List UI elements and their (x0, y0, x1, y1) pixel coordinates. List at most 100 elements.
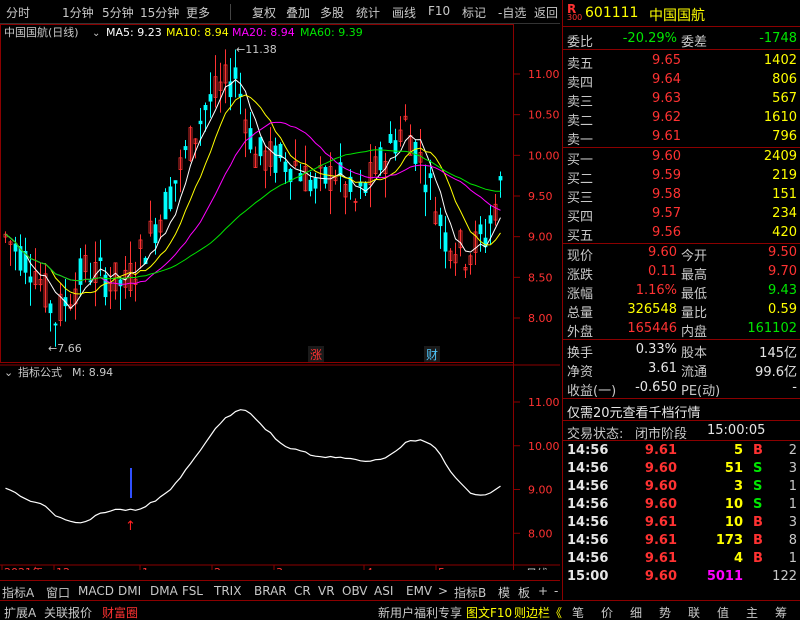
indicator-tab[interactable]: DMA (150, 584, 178, 598)
period-label[interactable]: 日线 (526, 566, 548, 570)
detail-tab[interactable]: 价 (601, 604, 613, 620)
value: 9.57 (652, 206, 681, 221)
low-price-label: ←7.66 (48, 342, 82, 355)
value: 买五 (567, 229, 594, 244)
value: 161102 (747, 321, 797, 336)
toolbar-item[interactable]: 复权 (252, 4, 276, 21)
toolbar-item[interactable]: 5分钟 (102, 4, 134, 21)
indicator-tab[interactable]: BRAR (254, 584, 287, 598)
bid-row: 买三 9.58 151 (563, 186, 800, 206)
bottom-link[interactable]: 新用户福利专享 (378, 604, 462, 620)
date-label: 3 (276, 566, 283, 570)
indicator-tab[interactable]: TRIX (214, 584, 241, 598)
indicator-tab[interactable]: DMI (118, 584, 141, 598)
indicator-tab[interactable]: - (554, 584, 558, 598)
tick-row: 14:56 9.61 5 B 2 (563, 442, 800, 461)
indicator-tab[interactable]: MACD (78, 584, 114, 598)
indicator-tab[interactable]: 指标A (2, 584, 34, 601)
date-label: 1 (142, 566, 149, 570)
detail-tab[interactable]: 值 (717, 604, 729, 620)
indicator-tab[interactable]: ASI (374, 584, 393, 598)
value: 今开 (681, 249, 708, 264)
toolbar-item[interactable]: 叠加 (286, 4, 310, 21)
candle-body (173, 180, 178, 184)
value: 14:56 (567, 551, 609, 566)
value: 买二 (567, 172, 594, 187)
toolbar-item[interactable]: -自选 (498, 4, 526, 21)
toolbar-item[interactable]: 返回 (534, 4, 558, 21)
indicator-collapse-icon[interactable]: ⌄ (4, 366, 13, 379)
toolbar-item[interactable]: 1分钟 (62, 4, 94, 21)
indicator-tab[interactable]: OBV (342, 584, 368, 598)
market-badge-sub: 300 (567, 13, 583, 22)
candle-body (208, 94, 213, 102)
value: 3 (733, 479, 743, 494)
kline-chart-area[interactable]: 中国国航(日线) ⌄ MA5: 9.23 MA10: 8.94 MA20: 8.94 MA… (0, 24, 560, 570)
chart-collapse-icon[interactable]: ⌄ (92, 28, 100, 39)
value: 173 (715, 533, 743, 548)
value: S (753, 461, 763, 476)
toolbar-item[interactable]: 统计 (356, 4, 380, 21)
toolbar-item[interactable]: F10 (428, 4, 450, 18)
value: 买一 (567, 153, 594, 168)
fin-row: 收益(一) -0.650 PE(动) - (563, 379, 800, 399)
value: 219 (772, 168, 797, 183)
value: 卖三 (567, 95, 594, 110)
candle-body (258, 137, 263, 157)
bottom-tab[interactable]: 关联报价 (44, 604, 92, 620)
bottom-link[interactable]: 图文F10 (466, 604, 512, 620)
detail-tab[interactable]: 筹 (775, 604, 787, 620)
value: 卖四 (567, 76, 594, 91)
value: 15:00:05 (707, 423, 766, 438)
indicator-tab[interactable]: 板 (518, 584, 530, 601)
bottom-tab[interactable]: 扩展A (4, 604, 36, 620)
ma-label: MA60: 9.39 (300, 26, 363, 39)
indicator-tab[interactable]: FSL (182, 584, 203, 598)
indicator-tab[interactable]: 窗口 (46, 584, 70, 601)
detail-tab[interactable]: 细 (630, 604, 642, 620)
bottom-tab[interactable]: 财富圈 (102, 604, 138, 620)
indicator-tab[interactable]: EMV (406, 584, 432, 598)
value: 3 (788, 461, 797, 476)
value: 1610 (763, 110, 797, 125)
toolbar-item[interactable]: 分时 (6, 4, 30, 21)
divider (563, 420, 800, 421)
candle-body (438, 214, 443, 227)
value: 卖一 (567, 133, 594, 148)
toolbar-item[interactable]: 多股 (320, 4, 344, 21)
indicator-tab[interactable]: VR (318, 584, 335, 598)
detail-tab[interactable]: 联 (688, 604, 700, 620)
date-label: 12 (56, 566, 70, 570)
candle-body (118, 279, 123, 287)
value: 9.64 (652, 72, 681, 87)
trade-status-row: 交易状态: 闭市阶段 15:00:05 (563, 422, 800, 442)
value: 14:56 (567, 443, 609, 458)
value: 9.61 (652, 129, 681, 144)
event-tag-label: 涨 (310, 347, 322, 362)
detail-tab[interactable]: 势 (659, 604, 671, 620)
value: 9.61 (644, 443, 677, 458)
toolbar-item[interactable]: 画线 (392, 4, 416, 21)
indicator-tab[interactable]: 模 (498, 584, 510, 601)
stat-row: 涨幅 1.16% 最低 9.43 (563, 282, 800, 302)
bottom-link[interactable]: 则边栏《 (514, 604, 562, 620)
ma-label: MA5: 9.23 (106, 26, 162, 39)
indicator-tab[interactable]: > (438, 584, 448, 598)
toolbar-item[interactable]: 标记 (462, 4, 486, 21)
candle-body (378, 147, 383, 171)
toolbar-item[interactable]: 15分钟 (140, 4, 179, 21)
detail-tab[interactable]: 笔 (572, 604, 584, 620)
indicator-tab[interactable]: + (538, 584, 548, 598)
main-chart-frame (0, 24, 514, 363)
tick-row: 14:56 9.61 173 B 8 (563, 532, 800, 551)
candle-body (183, 146, 188, 151)
value: 9.61 (644, 551, 677, 566)
indicator-tab[interactable]: 指标B (454, 584, 486, 601)
toolbar-item[interactable]: 更多 (186, 4, 210, 21)
detail-tab[interactable]: 主 (746, 604, 758, 620)
promo-row[interactable]: 仅需20元查看千档行情 (563, 401, 800, 421)
price-tick-label: 9.00 (528, 231, 553, 244)
indicator-tab[interactable]: CR (294, 584, 311, 598)
candle-body (488, 215, 493, 224)
ask-row: 卖五 9.65 1402 (563, 52, 800, 72)
